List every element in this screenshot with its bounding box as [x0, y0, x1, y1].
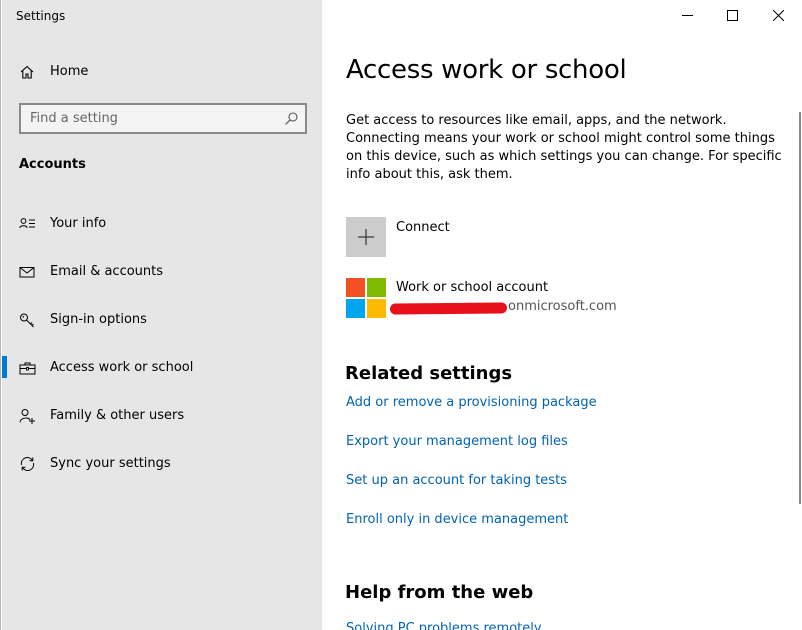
sidebar-item-your-info[interactable]: Your info — [2, 204, 322, 244]
key-icon — [20, 313, 34, 328]
sidebar-item-sync-settings[interactable]: Sync your settings — [2, 444, 322, 484]
microsoft-logo-icon[interactable] — [346, 278, 386, 318]
sidebar-item-label: Email & accounts — [50, 264, 164, 279]
sidebar-item-label: Family & other users — [50, 408, 185, 423]
link-setup-test-account[interactable]: Set up an account for taking tests — [346, 473, 567, 488]
link-export-management-logs[interactable]: Export your management log files — [346, 434, 568, 449]
app-title: Settings — [16, 9, 66, 23]
account-email-suffix: onmicrosoft.com — [508, 299, 617, 314]
sidebar-item-access-work-or-school[interactable]: Access work or school — [2, 348, 322, 388]
page-title: Access work or school — [346, 55, 627, 85]
account-title[interactable]: Work or school account — [396, 280, 548, 295]
plus-icon — [358, 229, 374, 245]
page-description: Get access to resources like email, apps… — [346, 113, 782, 182]
sidebar-item-label: Home — [50, 64, 89, 79]
settings-window: Settings Home Accounts Your info — [0, 0, 802, 630]
logo-red-square — [346, 278, 365, 297]
sidebar-item-email-accounts[interactable]: Email & accounts — [2, 252, 322, 292]
search-icon[interactable] — [284, 111, 299, 126]
mail-icon — [19, 267, 35, 278]
sidebar-item-home[interactable]: Home — [2, 58, 322, 86]
logo-blue-square — [346, 299, 365, 318]
scrollbar[interactable] — [799, 112, 801, 504]
redaction-mark — [389, 302, 508, 315]
link-provisioning-package[interactable]: Add or remove a provisioning package — [346, 395, 597, 410]
connect-label[interactable]: Connect — [396, 220, 450, 235]
link-solving-pc-problems[interactable]: Solving PC problems remotely — [346, 621, 542, 630]
help-from-web-heading: Help from the web — [345, 582, 534, 603]
person-card-icon — [19, 218, 35, 229]
sidebar-item-family-other-users[interactable]: Family & other users — [2, 396, 322, 436]
sidebar-item-label: Access work or school — [50, 360, 194, 375]
logo-yellow-square — [367, 299, 386, 318]
related-settings-heading: Related settings — [345, 363, 513, 384]
search-input[interactable] — [21, 105, 271, 132]
section-label-accounts: Accounts — [19, 157, 86, 172]
sidebar-item-label: Your info — [50, 216, 107, 231]
search-box[interactable] — [19, 103, 307, 134]
logo-green-square — [367, 278, 386, 297]
connect-button[interactable] — [346, 217, 386, 257]
sidebar-item-label: Sync your settings — [50, 456, 171, 471]
sync-icon — [20, 457, 35, 471]
main-content: Access work or school Get access to reso… — [322, 0, 802, 630]
sidebar-item-sign-in-options[interactable]: Sign-in options — [2, 300, 322, 340]
home-icon — [20, 65, 34, 79]
link-enroll-device-management[interactable]: Enroll only in device management — [346, 512, 568, 527]
sidebar: Settings Home Accounts Your info — [2, 0, 322, 630]
briefcase-icon — [19, 362, 36, 375]
sidebar-item-label: Sign-in options — [50, 312, 147, 327]
person-add-icon — [19, 409, 35, 424]
